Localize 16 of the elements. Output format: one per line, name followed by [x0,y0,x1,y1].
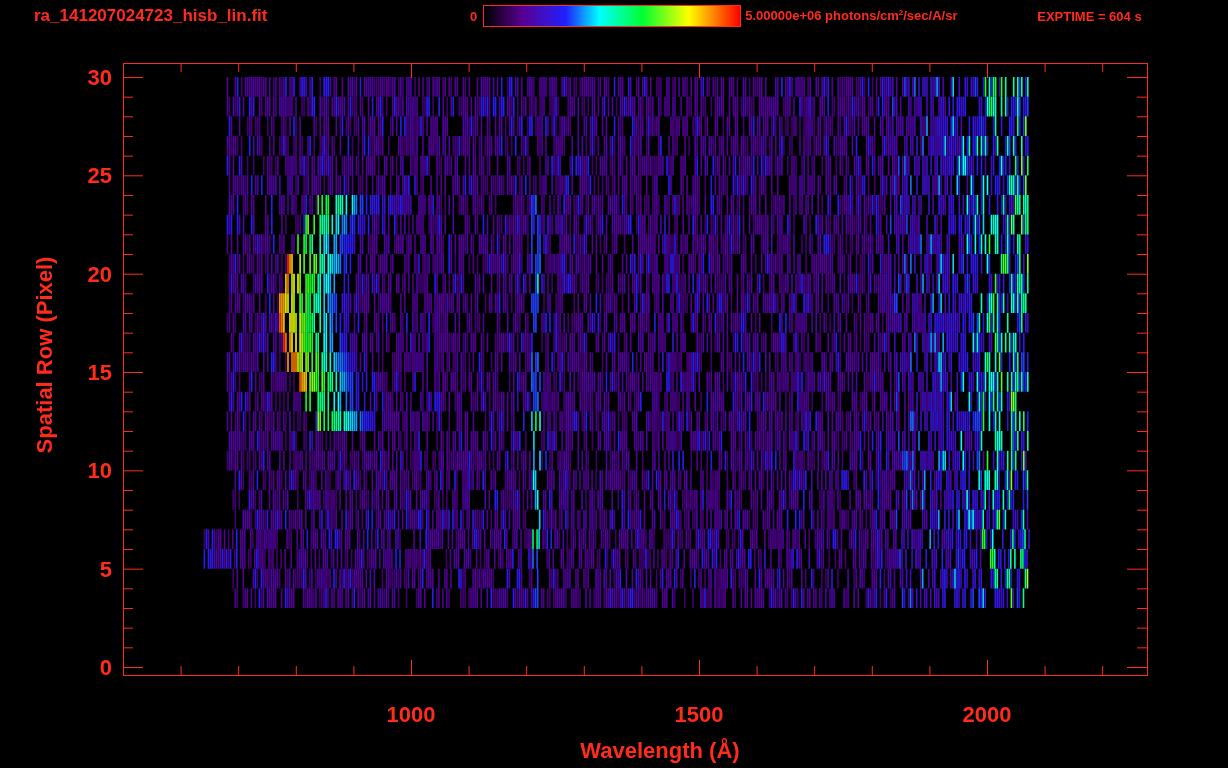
y-tick-label: 20 [87,261,112,287]
colorbar-min-label: 0 [470,8,478,24]
y-tick-label: 10 [87,458,112,484]
y-tick-label: 25 [87,163,112,189]
plot-title: ra_141207024723_hisb_lin.fit [34,6,269,26]
y-axis-title: Spatial Row (Pixel) [32,256,57,454]
x-tick-label: 1000 [386,702,436,727]
x-tick-label: 1500 [674,702,724,727]
y-tick-label: 5 [99,556,112,582]
x-axis-title: Wavelength (Å) [580,738,740,763]
y-tick-label: 30 [87,65,112,90]
y-tick-label: 15 [87,360,112,385]
exposure-time-label: EXPTIME = 604 s [1037,8,1142,24]
colorbar-max-label: 5.00000e+06 photons/cm$^{2}$/sec/A/sr [745,8,959,24]
y-tick-label: 0 [99,655,112,680]
x-tick-label: 2000 [962,702,1012,727]
